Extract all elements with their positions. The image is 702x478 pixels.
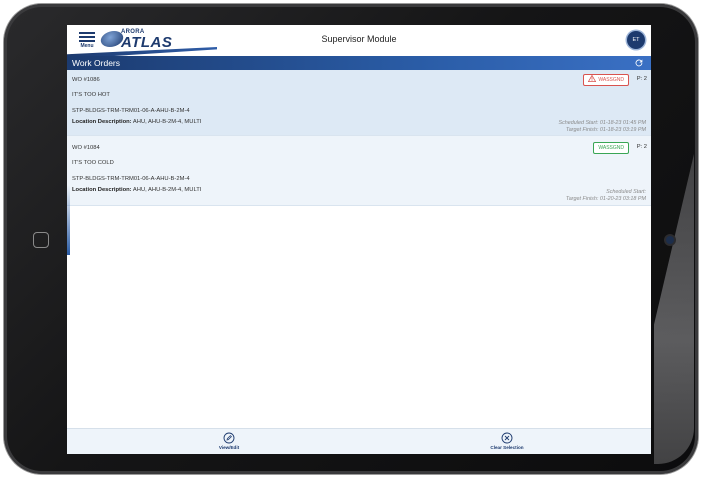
menu-button[interactable]: Menu bbox=[76, 29, 98, 53]
target-finish: Target Finish: 01-20-23 03:18 PM bbox=[565, 196, 646, 202]
work-order-location: Location Description: AHU, AHU-B-2M-4, M… bbox=[72, 119, 201, 125]
logo-atlas-text: ATLAS bbox=[121, 34, 173, 51]
clear-icon bbox=[501, 432, 513, 444]
target-finish: Target Finish: 01-18-23 03:19 PM bbox=[565, 127, 646, 133]
location-label: Location Description: bbox=[72, 119, 132, 125]
view-edit-icon bbox=[223, 432, 235, 444]
hamburger-icon bbox=[79, 32, 95, 34]
status-badge: WASSGND bbox=[593, 142, 629, 154]
location-label: Location Description: bbox=[72, 187, 132, 193]
section-title: Work Orders bbox=[72, 58, 121, 68]
work-orders-header-bar: Work Orders bbox=[67, 56, 651, 70]
hamburger-icon-bar bbox=[79, 40, 95, 42]
hamburger-icon-bar bbox=[79, 36, 95, 38]
work-order-description: IT'S TOO COLD bbox=[72, 160, 114, 166]
status-text: WASSGND bbox=[598, 145, 624, 151]
user-avatar[interactable]: ET bbox=[627, 31, 645, 49]
refresh-icon[interactable] bbox=[633, 57, 645, 69]
location-value: AHU, AHU-B-2M-4, MULTI bbox=[132, 119, 202, 125]
scheduled-start: Scheduled Start: 01-18-23 01:45 PM bbox=[558, 120, 646, 126]
work-order-location: Location Description: AHU, AHU-B-2M-4, M… bbox=[72, 187, 201, 193]
work-order-row[interactable]: WO #1086 IT'S TOO HOT STP-BLDGS-TRM-TRM0… bbox=[67, 70, 651, 136]
scheduled-start: Scheduled Start: bbox=[606, 189, 646, 195]
camera-lens bbox=[666, 236, 674, 244]
clear-selection-button[interactable]: Clear Selection bbox=[467, 432, 547, 450]
work-order-row[interactable]: WO #1084 IT'S TOO COLD STP-BLDGS-TRM-TRM… bbox=[67, 136, 651, 206]
arora-atlas-logo: ARORA ATLAS bbox=[98, 29, 201, 51]
status-badge: WASSGND bbox=[583, 74, 629, 86]
warning-icon bbox=[588, 74, 597, 82]
work-order-asset: STP-BLDGS-TRM-TRM01-06-A-AHU-B-2M-4 bbox=[72, 176, 190, 182]
view-edit-button[interactable]: View/Edit bbox=[189, 432, 269, 450]
menu-label: Menu bbox=[80, 43, 94, 49]
status-text: WASSGND bbox=[598, 77, 624, 83]
work-order-number: WO #1086 bbox=[72, 77, 100, 83]
tablet-edge-highlight bbox=[654, 154, 694, 464]
work-order-number: WO #1084 bbox=[72, 145, 100, 151]
priority-label: P: 2 bbox=[636, 76, 647, 82]
work-order-asset: STP-BLDGS-TRM-TRM01-06-A-AHU-B-2M-4 bbox=[72, 108, 190, 114]
home-button[interactable] bbox=[33, 232, 49, 248]
bottom-toolbar: View/Edit Clear Selection bbox=[67, 428, 651, 454]
view-edit-label: View/Edit bbox=[218, 445, 240, 450]
clear-selection-label: Clear Selection bbox=[490, 445, 524, 450]
location-value: AHU, AHU-B-2M-4, MULTI bbox=[132, 187, 202, 193]
priority-label: P: 2 bbox=[636, 144, 647, 150]
app-screen: Menu ARORA ATLAS Supervisor Module ET Wo… bbox=[67, 25, 651, 454]
work-order-description: IT'S TOO HOT bbox=[72, 92, 110, 98]
list-edge-accent bbox=[67, 185, 70, 255]
